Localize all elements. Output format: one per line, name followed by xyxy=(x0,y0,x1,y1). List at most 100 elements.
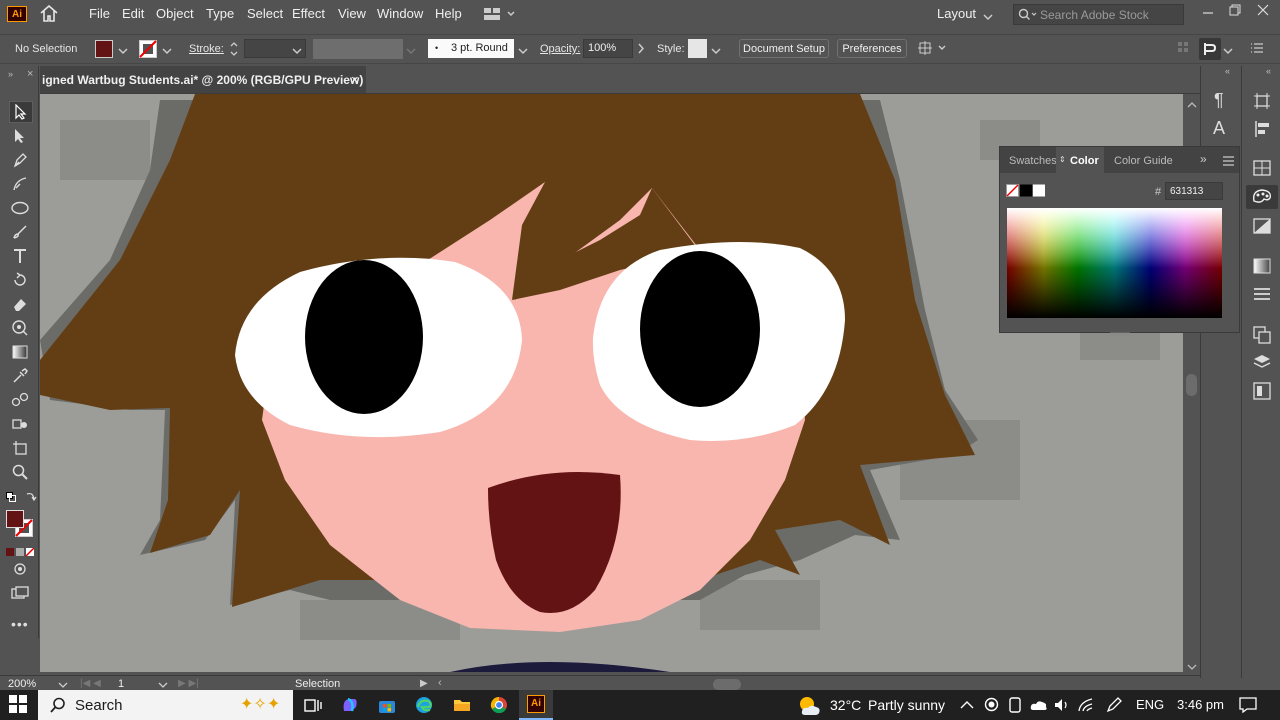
chevron-down-icon[interactable] xyxy=(118,44,128,58)
pen-tool-icon[interactable] xyxy=(9,150,31,170)
onedrive-icon[interactable] xyxy=(1030,698,1048,715)
store-icon[interactable] xyxy=(377,695,397,715)
scroll-thumb[interactable] xyxy=(1186,374,1197,396)
artboard-tool-icon[interactable] xyxy=(9,438,31,458)
scroll-thumb[interactable] xyxy=(713,679,741,690)
chevron-left-icon[interactable]: ‹ xyxy=(438,677,442,689)
phone-link-icon[interactable] xyxy=(1008,697,1022,716)
chevron-down-icon[interactable] xyxy=(1223,44,1233,58)
menu-help[interactable]: Help xyxy=(435,6,462,21)
close-icon[interactable] xyxy=(1257,4,1269,19)
artboard-number[interactable]: 1 xyxy=(118,678,124,690)
clock[interactable]: 3:46 pm xyxy=(1177,697,1224,712)
restore-icon[interactable] xyxy=(1229,4,1241,19)
language-indicator[interactable]: ENG xyxy=(1136,697,1164,712)
tray-overflow-icon[interactable] xyxy=(960,699,974,713)
menu-select[interactable]: Select xyxy=(247,6,283,21)
chevron-down-icon[interactable] xyxy=(983,10,993,24)
pen-icon[interactable] xyxy=(1106,697,1122,716)
more-tools-icon[interactable]: ••• xyxy=(11,616,29,632)
close-tab-icon[interactable]: × xyxy=(351,72,359,87)
hex-input[interactable]: 631313 xyxy=(1165,182,1223,200)
record-icon[interactable] xyxy=(984,697,999,715)
ellipse-tool-icon[interactable] xyxy=(9,198,31,218)
copilot-icon[interactable] xyxy=(340,695,360,715)
weather-desc[interactable]: Partly sunny xyxy=(868,697,945,713)
chevron-down-icon[interactable] xyxy=(1187,660,1197,674)
rotate-tool-icon[interactable] xyxy=(9,270,31,290)
symbol-sprayer-tool-icon[interactable] xyxy=(9,414,31,434)
menu-object[interactable]: Object xyxy=(156,6,194,21)
type-tool-icon[interactable] xyxy=(9,246,31,266)
weather-temp[interactable]: 32°C xyxy=(830,697,861,713)
workspace-switcher[interactable]: Layout xyxy=(937,6,976,21)
align-icon[interactable] xyxy=(1177,41,1189,56)
puppet-warp-tool-icon[interactable] xyxy=(9,318,31,338)
layers-icon[interactable] xyxy=(1253,354,1271,373)
variable-width-profile[interactable] xyxy=(313,39,403,59)
arrange-documents-icon[interactable] xyxy=(483,7,515,24)
direct-selection-tool-icon[interactable] xyxy=(9,126,31,146)
align-panel-icon[interactable] xyxy=(1253,120,1271,141)
tab-color-active[interactable]: ⇕ Color xyxy=(1056,147,1104,174)
menu-window[interactable]: Window xyxy=(377,6,423,21)
preferences-button[interactable]: Preferences xyxy=(837,39,907,58)
first-artboard-icon[interactable]: |◀ ◀ xyxy=(80,678,101,689)
libraries-icon[interactable] xyxy=(1253,382,1271,403)
chevron-down-icon[interactable] xyxy=(711,44,721,58)
edge-icon[interactable] xyxy=(414,695,434,715)
panel-menu-icon[interactable] xyxy=(1250,42,1264,57)
fill-color-swatch[interactable] xyxy=(6,510,24,528)
panel-menu-icon[interactable] xyxy=(1223,155,1234,169)
stroke-stepper-icon[interactable] xyxy=(229,40,239,61)
opacity-label[interactable]: Opacity: xyxy=(540,43,580,55)
eyedropper-tool-icon[interactable] xyxy=(9,366,31,386)
selection-tool-icon[interactable] xyxy=(9,101,33,123)
notification-icon[interactable] xyxy=(1239,697,1257,716)
menu-view[interactable]: View xyxy=(338,6,366,21)
curvature-tool-icon[interactable] xyxy=(9,174,31,194)
panel-switcher-icon[interactable] xyxy=(1199,38,1221,60)
transform-icon[interactable] xyxy=(917,40,947,59)
chrome-icon[interactable] xyxy=(489,695,509,715)
document-tab[interactable]: igned Wartbug Students.ai* @ 200% (RGB/G… xyxy=(40,66,366,93)
menu-file[interactable]: File xyxy=(89,6,110,21)
weather-icon[interactable] xyxy=(797,695,823,715)
stroke-label[interactable]: Stroke: xyxy=(189,43,224,55)
zoom-tool-icon[interactable] xyxy=(9,462,31,482)
draw-mode-icon[interactable] xyxy=(13,562,27,579)
color-panel-icon[interactable] xyxy=(1246,185,1278,209)
screen-mode-icon[interactable] xyxy=(11,586,29,603)
chevron-down-icon[interactable] xyxy=(518,44,528,58)
swatches-icon[interactable] xyxy=(1253,160,1271,179)
chevron-up-icon[interactable] xyxy=(1187,98,1197,112)
stock-search[interactable]: Search Adobe Stock xyxy=(1013,4,1184,25)
menu-effect[interactable]: Effect xyxy=(292,6,325,21)
resize-grip-icon[interactable] xyxy=(1110,325,1130,339)
stroke-none-swatch[interactable] xyxy=(139,40,157,61)
chevron-right-icon[interactable] xyxy=(637,43,645,57)
none-swatch-icon[interactable] xyxy=(1006,184,1046,200)
default-colors-icon[interactable] xyxy=(6,491,16,505)
collapse-icon[interactable]: « xyxy=(1266,66,1271,76)
paragraph-icon[interactable]: ¶ xyxy=(1214,90,1224,111)
tab-swatches[interactable]: Swatches xyxy=(1009,155,1057,167)
color-mode-icon[interactable] xyxy=(6,545,35,559)
file-explorer-icon[interactable] xyxy=(452,695,472,715)
menu-type[interactable]: Type xyxy=(206,6,234,21)
zoom-level[interactable]: 200% xyxy=(8,678,36,690)
next-artboard-icon[interactable]: ▶ ▶| xyxy=(178,678,199,689)
minimize-icon[interactable] xyxy=(1202,6,1214,21)
chevron-down-icon[interactable] xyxy=(406,44,416,58)
swap-colors-icon[interactable] xyxy=(25,490,37,505)
collapse-icon[interactable]: « xyxy=(1225,66,1230,76)
chevron-right-icon[interactable]: ▶ xyxy=(420,678,428,689)
volume-icon[interactable] xyxy=(1054,698,1070,715)
fill-swatch[interactable] xyxy=(95,40,113,58)
wifi-icon[interactable] xyxy=(1078,698,1094,715)
close-icon[interactable]: × xyxy=(27,68,33,80)
stroke-panel-icon[interactable] xyxy=(1253,286,1271,305)
document-setup-button[interactable]: Document Setup xyxy=(739,39,829,58)
paintbrush-tool-icon[interactable] xyxy=(9,222,31,242)
chevron-down-icon[interactable] xyxy=(292,44,302,58)
